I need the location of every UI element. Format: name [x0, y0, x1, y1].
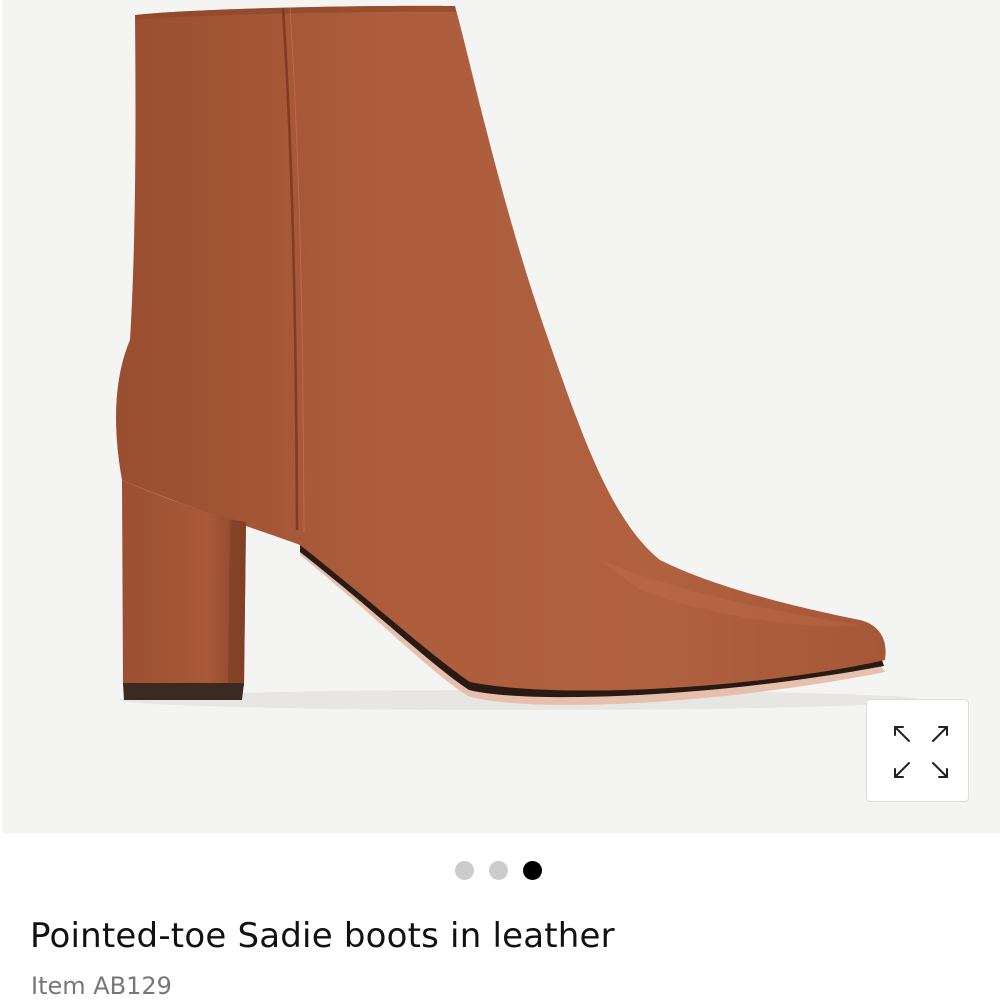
expand-arrows-icon	[894, 726, 948, 778]
product-image[interactable]	[0, 0, 1000, 833]
pagination-dot-1[interactable]	[455, 861, 474, 880]
pagination-dot-3-active[interactable]	[523, 861, 542, 880]
product-image-viewer[interactable]	[0, 0, 1000, 833]
product-page: Pointed-toe Sadie boots in leather Item …	[0, 0, 1000, 1000]
zoom-button[interactable]	[866, 699, 969, 802]
hero-edge	[0, 0, 2, 833]
image-pagination	[455, 861, 542, 881]
product-title: Pointed-toe Sadie boots in leather	[30, 916, 615, 956]
pagination-dot-2[interactable]	[489, 861, 508, 880]
item-number: Item AB129	[31, 972, 172, 1000]
